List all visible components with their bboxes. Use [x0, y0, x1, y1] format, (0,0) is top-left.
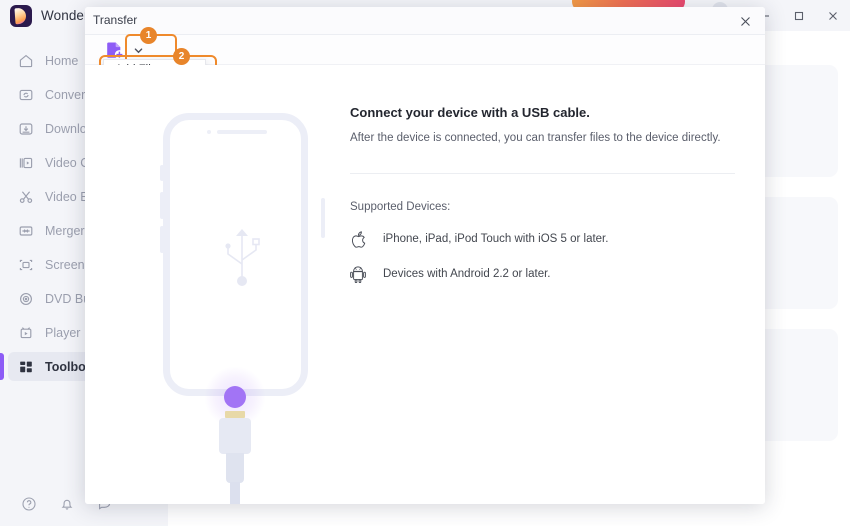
sidebar-item-label: Home — [45, 54, 78, 68]
sidebar-item-label: Merger — [45, 224, 85, 238]
dialog-body: Connect your device with a USB cable. Af… — [85, 65, 765, 504]
supported-device-row: iPhone, iPad, iPod Touch with iOS 5 or l… — [350, 230, 735, 248]
maximize-icon[interactable] — [782, 0, 816, 31]
info-panel: Connect your device with a USB cable. Af… — [350, 105, 735, 283]
close-icon[interactable] — [725, 7, 765, 35]
close-icon[interactable] — [816, 0, 850, 31]
apple-icon — [350, 230, 366, 248]
screen-recorder-icon — [17, 256, 34, 273]
annotation-badge-2: 2 — [173, 48, 190, 65]
dialog-title: Transfer — [93, 13, 137, 27]
charging-indicator — [224, 386, 246, 408]
download-icon — [17, 120, 34, 137]
divider — [350, 173, 735, 174]
help-icon[interactable] — [21, 496, 37, 512]
home-icon — [17, 52, 34, 69]
transfer-dialog: Transfer 1 Add Files Add Folder 2 — [85, 7, 765, 504]
supported-device-row: Devices with Android 2.2 or later. — [350, 265, 735, 283]
sidebar-item-label: Player — [45, 326, 80, 340]
annotation-badge-1: 1 — [140, 27, 157, 44]
android-icon — [350, 265, 366, 283]
video-compressor-icon — [17, 154, 34, 171]
supported-device-text: iPhone, iPad, iPod Touch with iOS 5 or l… — [383, 233, 608, 245]
phone-icon — [163, 113, 315, 504]
notification-icon[interactable] — [59, 496, 75, 512]
wondershare-logo-icon — [10, 5, 32, 27]
toolbox-icon — [17, 358, 34, 375]
dialog-titlebar: Transfer — [85, 7, 765, 35]
scissors-icon — [17, 188, 34, 205]
info-heading: Connect your device with a USB cable. — [350, 105, 735, 120]
dvd-icon — [17, 290, 34, 307]
player-icon — [17, 324, 34, 341]
usb-icon — [212, 220, 272, 290]
info-subtext: After the device is connected, you can t… — [350, 132, 735, 144]
supported-devices-label: Supported Devices: — [350, 201, 735, 213]
lightning-cable-icon — [219, 411, 251, 504]
merger-icon — [17, 222, 34, 239]
supported-device-text: Devices with Android 2.2 or later. — [383, 268, 550, 280]
converter-icon — [17, 86, 34, 103]
